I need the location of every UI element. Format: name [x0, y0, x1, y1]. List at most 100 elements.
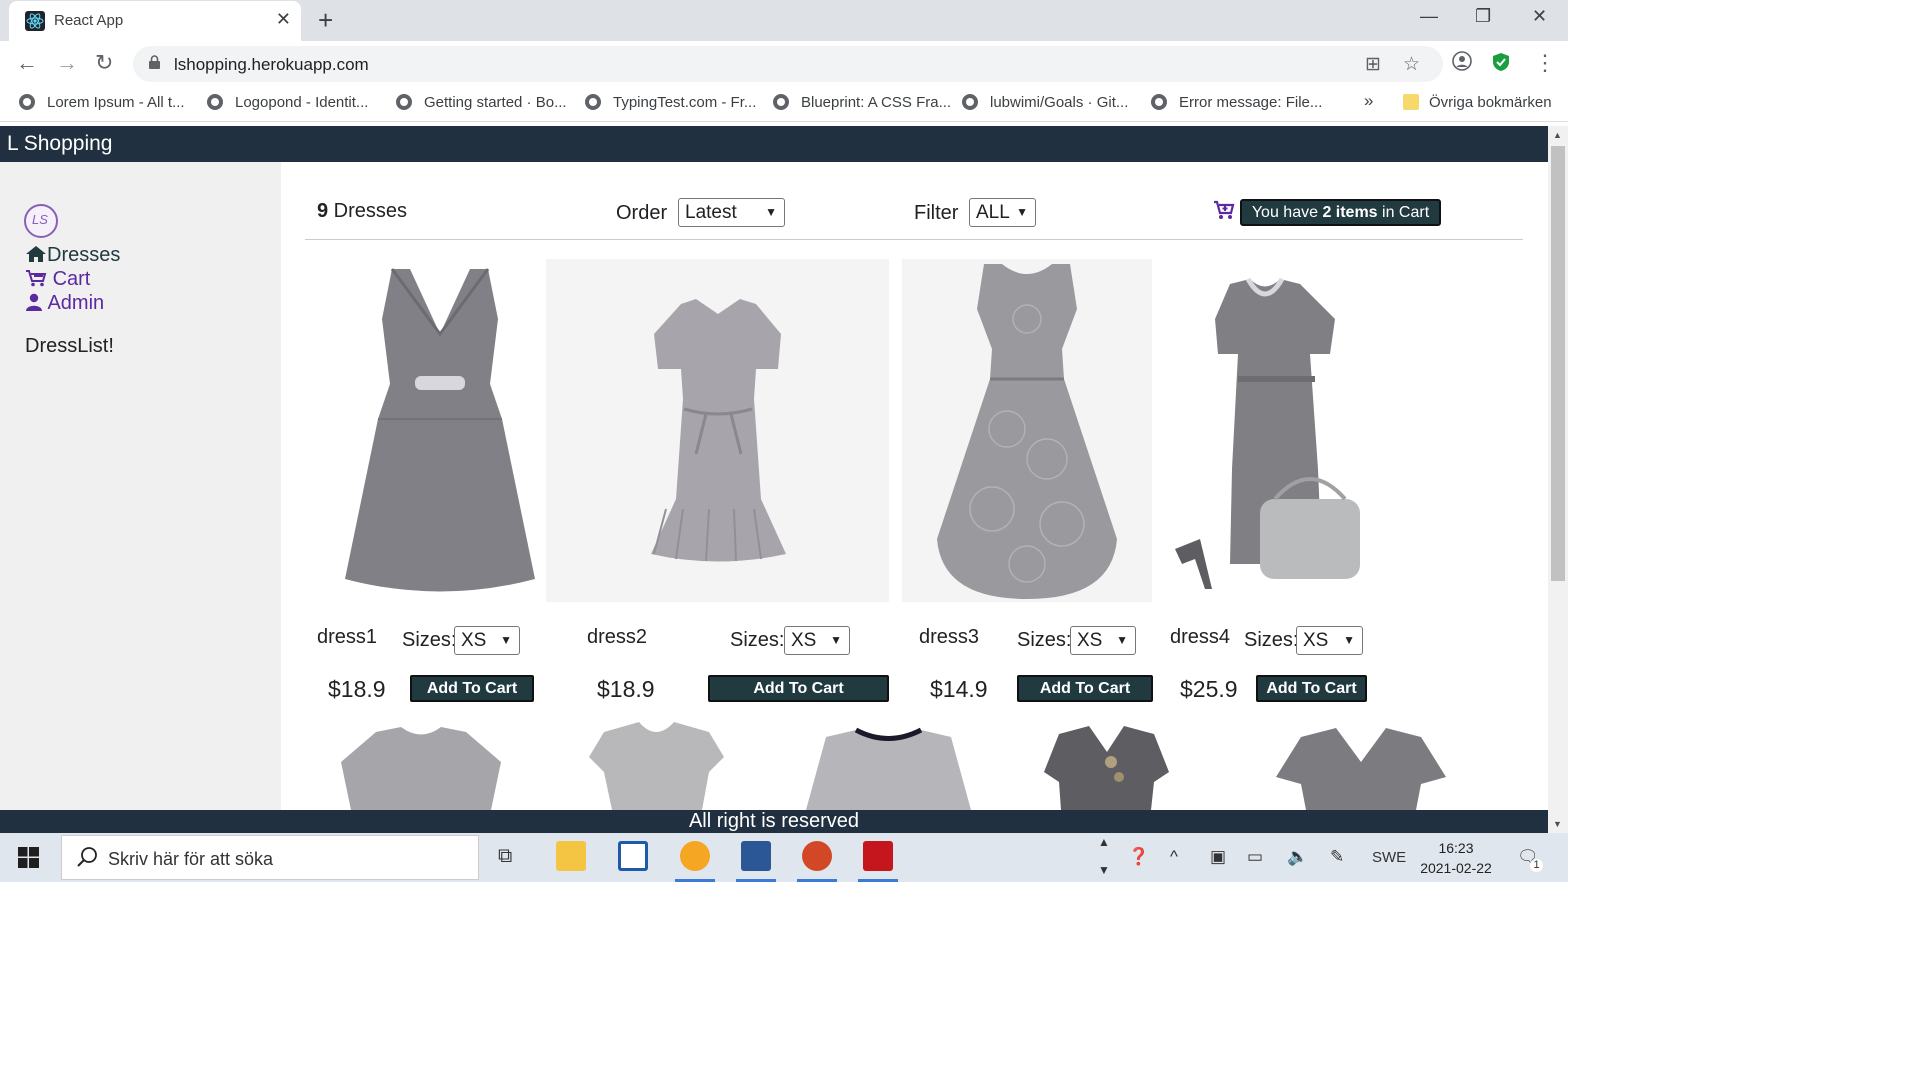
taskbar-search-input[interactable]: Skriv här för att söka [61, 835, 479, 880]
add-to-cart-button[interactable]: Add To Cart [1256, 675, 1367, 702]
cart-status-badge[interactable]: You have 2 items in Cart [1240, 199, 1441, 226]
add-to-cart-button[interactable]: Add To Cart [1017, 675, 1153, 702]
other-bookmarks[interactable]: Övriga bokmärken [1403, 94, 1552, 111]
bookmark-item[interactable]: TypingTest.com - Fr... [585, 94, 756, 111]
windows-start-icon[interactable] [18, 847, 39, 868]
battery-icon[interactable]: ▭ [1247, 847, 1263, 867]
dress-image[interactable] [902, 259, 1152, 602]
active-app-indicator [858, 879, 898, 882]
active-app-indicator [675, 879, 715, 882]
address-bar[interactable]: lshopping.herokuapp.com ⊞ ☆ [133, 46, 1443, 82]
windows-taskbar: Skriv här för att söka ⧉ ▲ ▼ ❓ ^ ▣ ▭ 🔈 ✎… [0, 833, 1568, 882]
acrobat-icon[interactable] [863, 841, 893, 871]
active-app-indicator [797, 879, 837, 882]
pen-icon[interactable]: ✎ [1330, 847, 1344, 867]
show-hidden-icons-icon[interactable]: ^ [1170, 847, 1178, 867]
sizes-label: Sizes: [402, 629, 457, 651]
bookmark-item[interactable]: Getting started · Bo... [396, 94, 567, 111]
tray-scroll-down-icon[interactable]: ▼ [1098, 863, 1110, 877]
bookmarks-overflow-button[interactable]: » [1364, 91, 1373, 111]
nav-admin-link[interactable]: Admin [25, 292, 104, 315]
notification-count: 1 [1530, 859, 1543, 872]
size-select[interactable]: XS ▼ [784, 626, 850, 655]
window-close-icon[interactable]: ✕ [1532, 6, 1547, 27]
dresslist-heading: DressList! [25, 335, 114, 357]
dress-image[interactable] [1170, 259, 1365, 602]
device-icon[interactable]: ▣ [1210, 847, 1226, 867]
scrollbar-thumb[interactable] [1551, 146, 1565, 581]
lock-icon [149, 55, 160, 69]
filter-select[interactable]: ALL ▼ [969, 198, 1036, 227]
star-icon[interactable]: ☆ [1403, 53, 1420, 76]
globe-icon [1151, 94, 1167, 110]
more-menu-icon[interactable]: ⋮ [1534, 50, 1556, 76]
add-to-cart-button[interactable]: Add To Cart [410, 675, 534, 702]
add-to-cart-button[interactable]: Add To Cart [708, 675, 889, 702]
dress-image[interactable] [546, 259, 889, 602]
divider [305, 239, 1523, 240]
product-price: $25.9 [1180, 676, 1238, 702]
product-price: $18.9 [597, 676, 655, 702]
bookmark-item[interactable]: Error message: File... [1151, 94, 1322, 111]
forward-icon[interactable]: → [56, 50, 78, 76]
browser-toolbar: ← → ↻ lshopping.herokuapp.com ⊞ ☆ ⋮ [0, 41, 1568, 86]
powerpoint-icon[interactable] [802, 841, 832, 871]
size-select[interactable]: XS ▼ [454, 626, 520, 655]
app-bracket-icon[interactable] [618, 841, 648, 871]
brand-title[interactable]: L Shopping [7, 132, 112, 156]
globe-icon [585, 94, 601, 110]
browser-app-icon[interactable] [680, 841, 710, 871]
dress-image[interactable] [330, 259, 550, 604]
reload-icon[interactable]: ↻ [95, 50, 113, 76]
size-select[interactable]: XS ▼ [1070, 626, 1136, 655]
scroll-down-icon[interactable]: ▼ [1553, 819, 1562, 829]
language-indicator[interactable]: SWE [1372, 849, 1406, 866]
bookmark-item[interactable]: lubwimi/Goals · Git... [962, 94, 1128, 111]
bookmark-item[interactable]: Blueprint: A CSS Fra... [773, 94, 951, 111]
order-label: Order [616, 202, 668, 224]
tab-close-icon[interactable]: ✕ [276, 9, 291, 30]
word-icon[interactable] [741, 841, 771, 871]
dress-image[interactable] [584, 722, 729, 810]
nav-cart-link[interactable]: Cart [25, 268, 90, 291]
size-select[interactable]: XS ▼ [1296, 626, 1363, 655]
translate-icon[interactable]: ⊞ [1365, 53, 1381, 76]
bookmark-item[interactable]: Logopond - Identit... [207, 94, 368, 111]
tray-scroll-up-icon[interactable]: ▲ [1098, 835, 1110, 849]
minimize-icon[interactable]: — [1420, 6, 1438, 27]
sizes-label: Sizes: [1017, 629, 1072, 651]
product-name: dress1 [317, 626, 378, 648]
product-price: $18.9 [328, 676, 386, 702]
new-tab-button[interactable]: + [318, 5, 333, 36]
product-name: dress2 [587, 626, 648, 648]
file-explorer-icon[interactable] [556, 841, 586, 871]
globe-icon [962, 94, 978, 110]
search-placeholder: Skriv här för att söka [108, 849, 274, 869]
bookmark-item[interactable]: Lorem Ipsum - All t... [19, 94, 185, 111]
scroll-up-icon[interactable]: ▲ [1553, 130, 1562, 140]
dress-image[interactable] [1039, 722, 1174, 810]
page-scrollbar[interactable]: ▲ ▼ [1548, 126, 1568, 833]
globe-icon [19, 94, 35, 110]
volume-icon[interactable]: 🔈 [1287, 847, 1308, 867]
help-icon[interactable]: ❓ [1128, 847, 1149, 867]
dress-image[interactable] [341, 722, 501, 810]
product-count: 9 Dresses [317, 200, 408, 222]
chevron-down-icon: ▼ [500, 633, 512, 647]
browser-tab[interactable]: React App ✕ [9, 1, 301, 41]
back-icon[interactable]: ← [16, 50, 38, 76]
taskbar-clock[interactable]: 16:23 2021-02-22 [1416, 838, 1496, 878]
dress-image[interactable] [806, 722, 971, 810]
order-select[interactable]: Latest ▼ [678, 198, 785, 227]
sizes-label: Sizes: [1244, 629, 1299, 651]
chevron-down-icon: ▼ [1343, 633, 1355, 647]
url-text: lshopping.herokuapp.com [174, 55, 369, 74]
nav-dresses-link[interactable]: Dresses [25, 244, 120, 267]
shield-extension-icon[interactable] [1491, 52, 1511, 78]
dress-image[interactable] [1276, 722, 1446, 810]
profile-icon[interactable] [1452, 51, 1472, 77]
main-content: 9 Dresses Order Latest ▼ Filter ALL ▼ You … [281, 162, 1548, 810]
restore-icon[interactable]: ❐ [1475, 6, 1491, 27]
task-view-icon[interactable]: ⧉ [498, 845, 512, 868]
browser-tab-bar: React App ✕ + — ❐ ✕ [0, 0, 1568, 41]
